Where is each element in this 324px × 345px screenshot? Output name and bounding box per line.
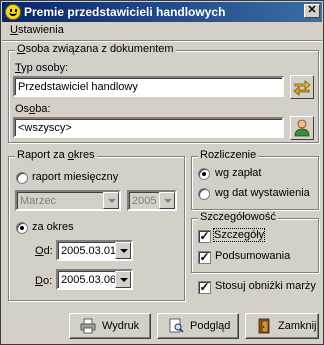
print-button-label: Wydruk: [102, 320, 140, 332]
close-button[interactable]: Zamknij: [245, 313, 319, 339]
szczegolowosc-group: Szczegółowość: [191, 211, 319, 273]
od-date-picker[interactable]: 2005.03.01: [56, 240, 133, 261]
year-spinner[interactable]: 2005: [127, 190, 177, 211]
smiley-icon: [5, 4, 21, 20]
print-button[interactable]: Wydruk: [69, 313, 151, 339]
door-exit-icon: [258, 318, 270, 334]
wg-zaplat-label[interactable]: wg zapłat: [215, 167, 261, 179]
od-date-value: 2005.03.01: [61, 245, 117, 257]
do-label: Do:: [35, 275, 53, 287]
typ-osoby-label: Typ osoby:: [15, 62, 69, 74]
range-radio[interactable]: [16, 222, 28, 234]
podsumowania-checkbox[interactable]: ✓: [198, 251, 211, 264]
menu-bar: Ustawienia: [2, 22, 322, 40]
menu-item-ustawienia[interactable]: Ustawienia: [10, 24, 64, 36]
monthly-radio[interactable]: [16, 172, 28, 184]
obnizki-checkbox[interactable]: ✓: [198, 281, 211, 294]
szczegolowosc-legend: Szczegółowość: [198, 211, 278, 223]
preview-button[interactable]: Podgląd: [157, 313, 239, 339]
preview-button-label: Podgląd: [190, 320, 231, 332]
podsumowania-label[interactable]: Podsumowania: [215, 250, 290, 262]
od-label: Od:: [35, 245, 53, 257]
chevron-down-icon: [159, 192, 175, 209]
szczegoly-checkbox[interactable]: ✓: [198, 230, 211, 243]
do-date-picker[interactable]: 2005.03.06: [56, 269, 133, 290]
raport-group-legend: Raport za okres: [15, 149, 97, 161]
osoba-group-legend: Osoba związana z dokumentem: [15, 43, 176, 55]
rozliczenie-legend: Rozliczenie: [198, 149, 259, 161]
typ-osoby-field[interactable]: Przedstawiciel handlowy: [13, 76, 284, 97]
monthly-label[interactable]: raport miesięczny: [32, 171, 118, 183]
year-value: 2005: [132, 195, 157, 207]
chevron-down-icon: [115, 242, 131, 259]
osoba-button[interactable]: [290, 116, 314, 140]
do-date-value: 2005.03.06: [61, 274, 117, 286]
osoba-label: Osoba:: [15, 103, 51, 115]
title-bar[interactable]: Premie przedstawicieli handlowych ✕: [2, 2, 322, 22]
swap-arrows-icon: [293, 80, 311, 96]
month-select[interactable]: Marzec: [15, 190, 121, 211]
wg-dat-radio[interactable]: [198, 188, 210, 200]
wg-zaplat-radio[interactable]: [198, 168, 210, 180]
window-title: Premie przedstawicieli handlowych: [24, 5, 226, 19]
window-close-button[interactable]: ✕: [304, 4, 320, 18]
magnifier-icon: [169, 318, 184, 333]
obnizki-label[interactable]: Stosuj obniżki marży: [215, 280, 316, 292]
szczegoly-label[interactable]: Szczegóły: [212, 228, 266, 242]
rozliczenie-group: Rozliczenie: [191, 149, 319, 210]
chevron-down-icon: [115, 271, 131, 288]
printer-icon: [80, 318, 96, 334]
menu-separator: [2, 40, 322, 42]
osoba-field[interactable]: <wszyscy>: [13, 117, 284, 138]
month-value: Marzec: [20, 195, 57, 207]
person-icon: [294, 119, 310, 137]
close-button-label: Zamknij: [278, 320, 317, 332]
chevron-down-icon: [103, 192, 119, 209]
wg-dat-label[interactable]: wg dat wystawienia: [215, 187, 310, 199]
main-window: Premie przedstawicieli handlowych ✕ Usta…: [0, 0, 324, 345]
typ-osoby-button[interactable]: [290, 75, 314, 99]
range-label[interactable]: za okres: [32, 221, 74, 233]
